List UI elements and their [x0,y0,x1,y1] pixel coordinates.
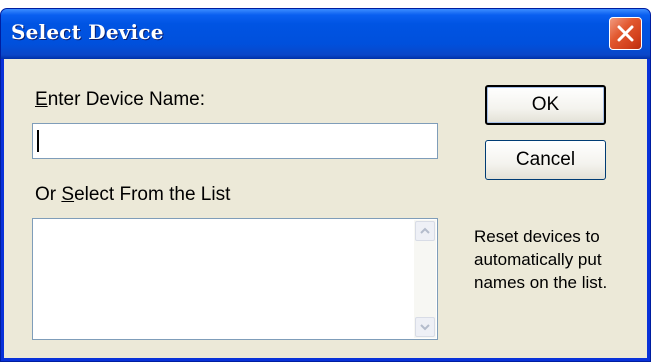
vertical-scrollbar[interactable] [414,220,436,338]
cancel-button-label: Cancel [515,149,576,170]
reset-hint-text: Reset devices to automatically put names… [474,227,608,292]
device-list-label-prefix: Or [35,184,62,205]
device-listbox[interactable] [32,218,438,340]
dialog-title: Select Device [11,20,164,44]
close-button[interactable] [609,17,642,50]
dialog-body: Enter Device Name: Or Select From the Li… [4,59,647,358]
device-name-label: Enter Device Name: [35,89,205,111]
chevron-down-icon [420,324,430,331]
ok-button[interactable]: OK [485,85,606,125]
device-list-label: Or Select From the List [35,184,230,206]
device-list-label-accel: S [61,184,75,205]
title-bar[interactable]: Select Device [1,9,650,59]
device-name-label-accel: E [35,89,48,110]
select-device-dialog: Select Device Enter Device Name: Or Sele… [0,8,651,362]
device-list-label-text: elect From the List [74,184,231,205]
scroll-up-button[interactable] [415,221,435,241]
text-caret [37,130,39,152]
device-name-label-text: nter Device Name: [47,89,206,110]
ok-button-label: OK [531,94,560,115]
cancel-button[interactable]: Cancel [485,140,606,180]
chevron-up-icon [420,227,430,234]
device-name-input[interactable] [32,123,438,159]
close-icon [617,25,634,42]
scroll-down-button[interactable] [415,317,435,337]
